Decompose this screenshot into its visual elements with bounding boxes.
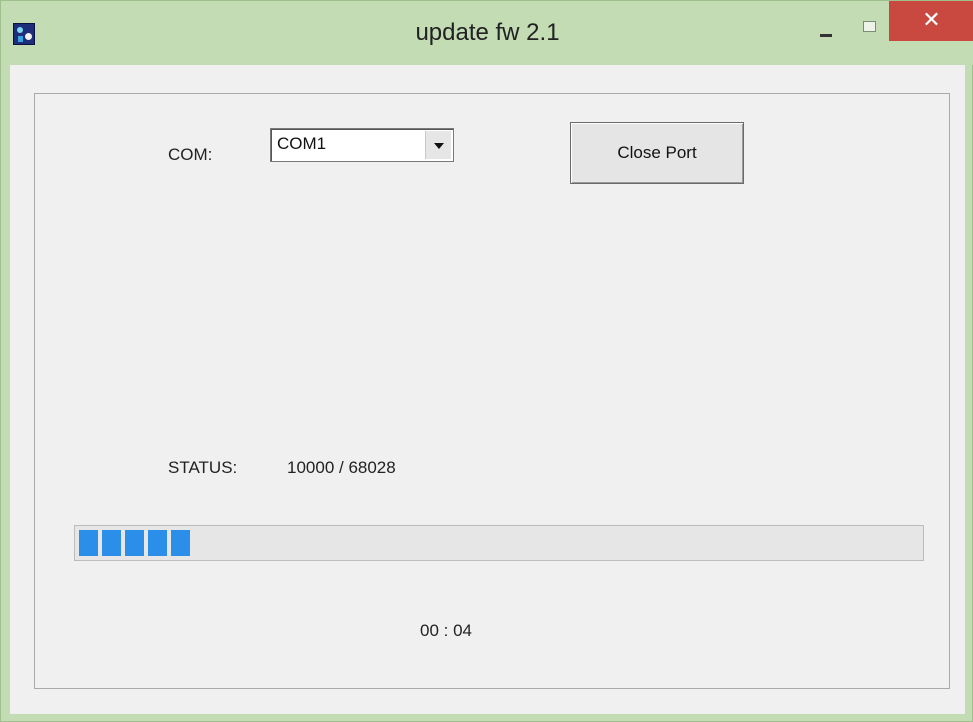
com-label: COM:: [168, 145, 213, 164]
progress-fill: [79, 530, 190, 556]
group-box: [34, 93, 950, 689]
close-port-button[interactable]: Close Port: [570, 122, 744, 184]
minimize-icon[interactable]: [812, 21, 842, 45]
com-port-select[interactable]: COM1: [270, 128, 454, 162]
com-port-value: COM1: [277, 134, 327, 153]
progress-bar: [74, 525, 924, 561]
status-label: STATUS:: [168, 458, 238, 477]
status-value: 10000 / 68028: [287, 458, 396, 477]
elapsed-timer: 00 : 04: [420, 621, 472, 640]
maximize-icon[interactable]: [854, 15, 884, 39]
app-window: update fw 2.1 ✕ COM: COM1 Close Port STA…: [0, 0, 973, 722]
title-bar[interactable]: update fw 2.1 ✕: [1, 1, 973, 65]
chevron-down-icon[interactable]: [425, 131, 451, 159]
close-icon[interactable]: ✕: [889, 1, 973, 41]
client-area: COM: COM1 Close Port STATUS: 10000 / 680…: [10, 65, 965, 714]
